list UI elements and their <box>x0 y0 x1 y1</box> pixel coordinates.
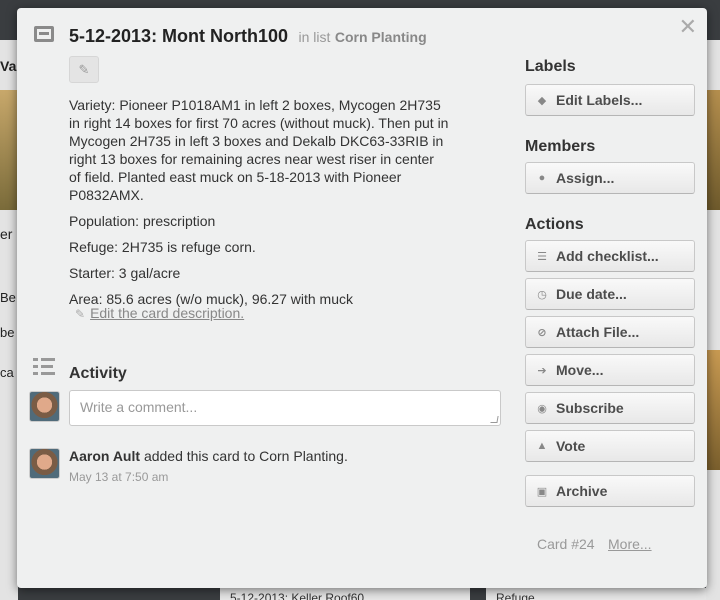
arrow-right-icon: ➔ <box>537 364 547 377</box>
board-card-image-left <box>0 90 18 210</box>
activity-timestamp[interactable]: May 13 at 7:50 am <box>69 470 168 484</box>
comment-input[interactable]: Write a comment... <box>69 390 501 426</box>
person-icon: ● <box>538 172 546 184</box>
archive-box-icon: ▣ <box>536 485 548 498</box>
add-checklist-button[interactable]: ☰ Add checklist... <box>525 240 695 272</box>
card-detail-modal: ✕ 5-12-2013: Mont North100 in list Corn … <box>17 8 707 588</box>
edit-title-button[interactable]: ✎ <box>69 56 99 83</box>
card-title[interactable]: 5-12-2013: Mont North100 <box>69 26 288 46</box>
activity-list-icon <box>33 356 55 376</box>
tag-icon: ◆ <box>537 94 547 107</box>
activity-user-link[interactable]: Aaron Ault <box>69 448 140 464</box>
more-link[interactable]: More... <box>608 536 652 552</box>
archive-button[interactable]: ▣ Archive <box>525 475 695 507</box>
vote-button[interactable]: ▲ Vote <box>525 430 695 462</box>
board-fragment-text: er <box>0 226 13 242</box>
comment-placeholder: Write a comment... <box>80 399 198 415</box>
due-date-button[interactable]: ◷ Due date... <box>525 278 695 310</box>
board-card[interactable]: Refuge <box>486 588 706 600</box>
board-fragment-text: Va <box>0 58 17 74</box>
thumbs-up-icon: ▲ <box>536 440 548 452</box>
subscribe-button[interactable]: ◉ Subscribe <box>525 392 695 424</box>
close-icon[interactable]: ✕ <box>679 14 697 40</box>
labels-heading: Labels <box>525 58 576 75</box>
avatar[interactable] <box>29 391 60 422</box>
board-card[interactable]: 5-12-2013: Keller Roof60 <box>220 588 470 600</box>
card-header: 5-12-2013: Mont North100 in list Corn Pl… <box>69 26 427 47</box>
pencil-icon: ✎ <box>78 61 90 77</box>
board-card-image-right <box>706 90 720 210</box>
attach-file-button[interactable]: ⊘ Attach File... <box>525 316 695 348</box>
board-fragment-text: ca <box>0 365 14 380</box>
assign-button[interactable]: ● Assign... <box>525 162 695 194</box>
description-paragraph: Starter: 3 gal/acre <box>69 265 181 281</box>
description-paragraph: Variety: Pioneer P1018AM1 in left 2 boxe… <box>69 97 449 203</box>
edit-description-label: Edit the card description. <box>90 305 245 321</box>
edit-description-link[interactable]: ✎ Edit the card description. <box>75 305 244 321</box>
members-heading: Members <box>525 138 596 155</box>
checklist-icon: ☰ <box>537 250 547 263</box>
edit-labels-button[interactable]: ◆ Edit Labels... <box>525 84 695 116</box>
paperclip-icon: ⊘ <box>537 326 547 339</box>
board-fragment-text: Be <box>0 290 16 305</box>
card-number: Card #24 <box>537 536 595 552</box>
clock-icon: ◷ <box>537 288 547 301</box>
avatar[interactable] <box>29 448 60 479</box>
in-list-label: in list <box>298 29 331 45</box>
actions-heading: Actions <box>525 216 584 233</box>
description-paragraph: Population: prescription <box>69 213 216 229</box>
list-name-link[interactable]: Corn Planting <box>335 29 427 45</box>
activity-entry: Aaron Ault added this card to Corn Plant… <box>69 448 348 464</box>
activity-action-text: added this card to Corn Planting. <box>143 448 348 464</box>
card-icon <box>34 26 54 42</box>
board-card-image-right <box>706 350 720 470</box>
activity-heading: Activity <box>69 365 127 382</box>
move-button[interactable]: ➔ Move... <box>525 354 695 386</box>
pencil-icon: ✎ <box>75 307 86 321</box>
board-fragment-text: be <box>0 325 15 340</box>
card-description: Variety: Pioneer P1018AM1 in left 2 boxe… <box>69 96 449 316</box>
description-paragraph: Refuge: 2H735 is refuge corn. <box>69 239 256 255</box>
eye-icon: ◉ <box>537 402 547 415</box>
